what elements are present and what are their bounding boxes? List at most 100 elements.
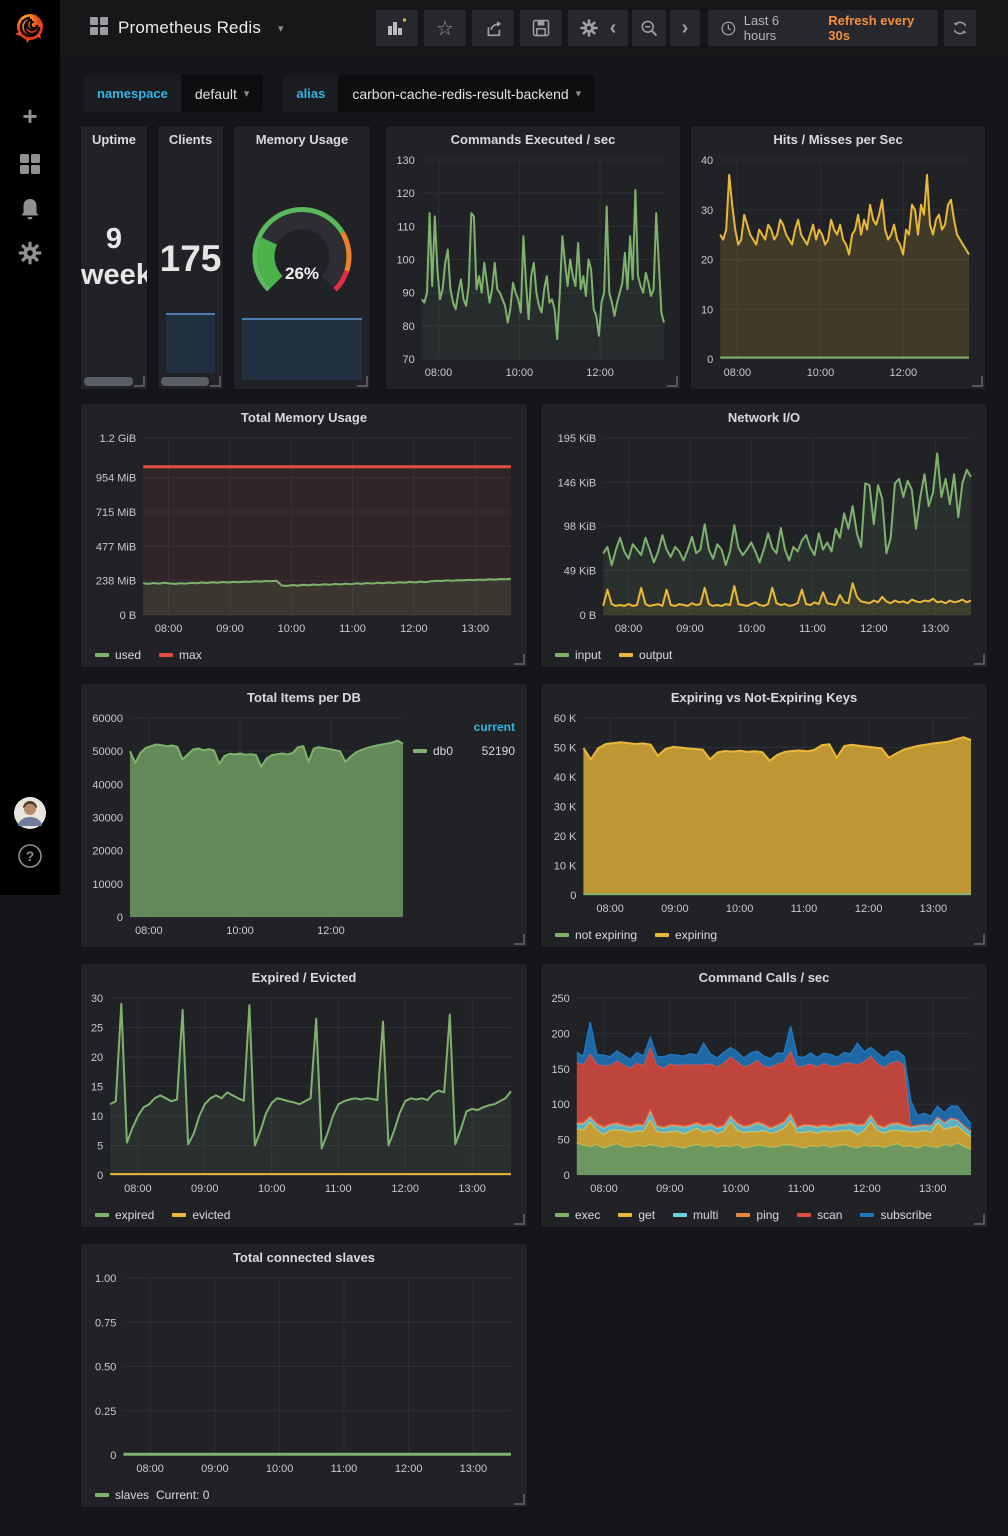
svg-text:100: 100 <box>396 255 414 267</box>
commands-executed-chart[interactable]: 70809010011012013008:0010:0012:00 <box>386 152 678 385</box>
help-icon[interactable]: ? <box>0 842 60 875</box>
chart-legend: slavesCurrent: 0 <box>95 1488 209 1502</box>
legend-item-slaves[interactable]: slavesCurrent: 0 <box>95 1488 209 1502</box>
panel-title[interactable]: Clients <box>158 126 223 152</box>
svg-text:146 KiB: 146 KiB <box>558 477 597 489</box>
expired-evicted-chart[interactable]: 05101520253008:0009:0010:0011:0012:0013:… <box>81 990 525 1201</box>
svg-text:09:00: 09:00 <box>656 1183 684 1195</box>
save-button[interactable] <box>520 10 562 46</box>
zoom-out-button[interactable] <box>632 10 666 46</box>
share-button[interactable] <box>472 10 514 46</box>
resize-handle[interactable] <box>667 376 678 387</box>
resize-handle[interactable] <box>514 934 525 945</box>
resize-handle[interactable] <box>974 654 985 665</box>
title-caret-icon[interactable]: ▾ <box>278 22 284 35</box>
legend-marker <box>413 749 427 753</box>
panel-title[interactable]: Expired / Evicted <box>81 964 527 990</box>
refresh-interval-label: Refresh every 30s <box>828 13 938 43</box>
legend-item-subscribe[interactable]: subscribe <box>860 1208 931 1222</box>
panel-title[interactable]: Memory Usage <box>234 126 370 152</box>
svg-text:477 MiB: 477 MiB <box>96 541 136 553</box>
legend-column-header[interactable]: current <box>413 720 515 734</box>
legend-item-output[interactable]: output <box>619 648 672 662</box>
network-io-chart[interactable]: 0 B49 KiB98 KiB146 KiB195 KiB08:0009:001… <box>541 430 985 641</box>
var-namespace-value[interactable]: default▾ <box>181 75 264 112</box>
panel-title[interactable]: Hits / Misses per Sec <box>691 126 985 152</box>
clock-icon <box>720 20 737 37</box>
legend-item-used[interactable]: used <box>95 648 141 662</box>
panel-title[interactable]: Network I/O <box>541 404 987 430</box>
resize-handle[interactable] <box>514 654 525 665</box>
svg-text:80: 80 <box>403 321 415 333</box>
legend-item-input[interactable]: input <box>555 648 601 662</box>
var-alias-value[interactable]: carbon-cache-redis-result-backend▾ <box>338 75 595 112</box>
legend-item-evicted[interactable]: evicted <box>172 1208 230 1222</box>
expiring-keys-chart[interactable]: 010 K20 K30 K40 K50 K60 K08:0009:0010:00… <box>541 710 985 921</box>
resize-handle[interactable] <box>134 376 145 387</box>
chart-legend: exec get multi ping scan subscribe <box>555 1208 932 1222</box>
panel-title[interactable]: Commands Executed / sec <box>386 126 680 152</box>
add-panel-button[interactable] <box>376 10 418 46</box>
star-button[interactable]: ☆ <box>424 10 466 46</box>
panel-title[interactable]: Total Items per DB <box>81 684 527 710</box>
panel-uptime: Uptime 9 weeks <box>80 125 148 390</box>
time-picker-button[interactable]: Last 6 hours Refresh every 30s <box>708 10 938 46</box>
legend-item-not-expiring[interactable]: not expiring <box>555 928 637 942</box>
user-avatar[interactable] <box>0 796 60 835</box>
svg-text:30000: 30000 <box>92 813 123 825</box>
panel-title[interactable]: Total Memory Usage <box>81 404 527 430</box>
svg-text:0: 0 <box>707 354 713 366</box>
chevron-left-icon: ‹ <box>610 17 617 40</box>
dashboards-icon[interactable] <box>0 152 60 181</box>
legend-item-get[interactable]: get <box>618 1208 655 1222</box>
horizontal-scrollbar[interactable] <box>84 377 133 386</box>
svg-text:250: 250 <box>551 993 569 1005</box>
horizontal-scrollbar[interactable] <box>161 377 209 386</box>
resize-handle[interactable] <box>357 376 368 387</box>
command-calls-chart[interactable]: 05010015020025008:0009:0010:0011:0012:00… <box>541 990 985 1201</box>
panel-title[interactable]: Expiring vs Not-Expiring Keys <box>541 684 987 710</box>
svg-text:12:00: 12:00 <box>853 1183 881 1195</box>
legend-marker <box>95 1493 109 1497</box>
resize-handle[interactable] <box>974 1214 985 1225</box>
svg-text:10:00: 10:00 <box>807 367 835 379</box>
caret-down-icon: ▾ <box>576 87 582 100</box>
resize-handle[interactable] <box>514 1214 525 1225</box>
panel-title[interactable]: Uptime <box>81 126 147 152</box>
svg-text:25: 25 <box>91 1023 103 1035</box>
legend-current-value: Current: 0 <box>156 1488 209 1502</box>
var-namespace: namespace default▾ <box>84 75 263 112</box>
refresh-button[interactable] <box>944 10 976 46</box>
resize-handle[interactable] <box>972 376 983 387</box>
legend-item-max[interactable]: max <box>159 648 202 662</box>
resize-handle[interactable] <box>210 376 221 387</box>
add-icon[interactable]: + <box>0 102 60 130</box>
legend-item-scan[interactable]: scan <box>797 1208 842 1222</box>
panel-title[interactable]: Total connected slaves <box>81 1244 527 1270</box>
legend-item-ping[interactable]: ping <box>736 1208 779 1222</box>
dashboard-grid-icon[interactable] <box>90 17 108 40</box>
time-forward-button[interactable]: › <box>670 10 700 46</box>
legend-item-exec[interactable]: exec <box>555 1208 600 1222</box>
grafana-logo[interactable] <box>0 8 60 51</box>
alerting-bell-icon[interactable] <box>0 196 60 227</box>
resize-handle[interactable] <box>514 1494 525 1505</box>
legend-item-db0[interactable]: db052190 <box>413 744 515 758</box>
settings-gear-icon[interactable] <box>0 240 60 271</box>
svg-text:30: 30 <box>701 205 713 217</box>
resize-handle[interactable] <box>974 934 985 945</box>
hits-misses-chart[interactable]: 01020304008:0010:0012:00 <box>691 152 983 385</box>
legend-marker <box>555 653 569 657</box>
connected-slaves-chart[interactable]: 00.250.500.751.0008:0009:0010:0011:0012:… <box>81 1270 525 1481</box>
total-memory-chart[interactable]: 0 B238 MiB477 MiB715 MiB954 MiB1.2 GiB08… <box>81 430 525 641</box>
panel-title[interactable]: Command Calls / sec <box>541 964 987 990</box>
legend-item-multi[interactable]: multi <box>673 1208 718 1222</box>
dashboard-title[interactable]: Prometheus Redis <box>118 18 261 38</box>
svg-text:08:00: 08:00 <box>596 903 624 915</box>
legend-marker <box>555 1213 569 1217</box>
sidebar: + ? <box>0 0 60 895</box>
legend-item-expiring[interactable]: expiring <box>655 928 717 942</box>
time-back-button[interactable]: ‹ <box>598 10 628 46</box>
legend-item-expired[interactable]: expired <box>95 1208 154 1222</box>
legend-marker <box>172 1213 186 1217</box>
